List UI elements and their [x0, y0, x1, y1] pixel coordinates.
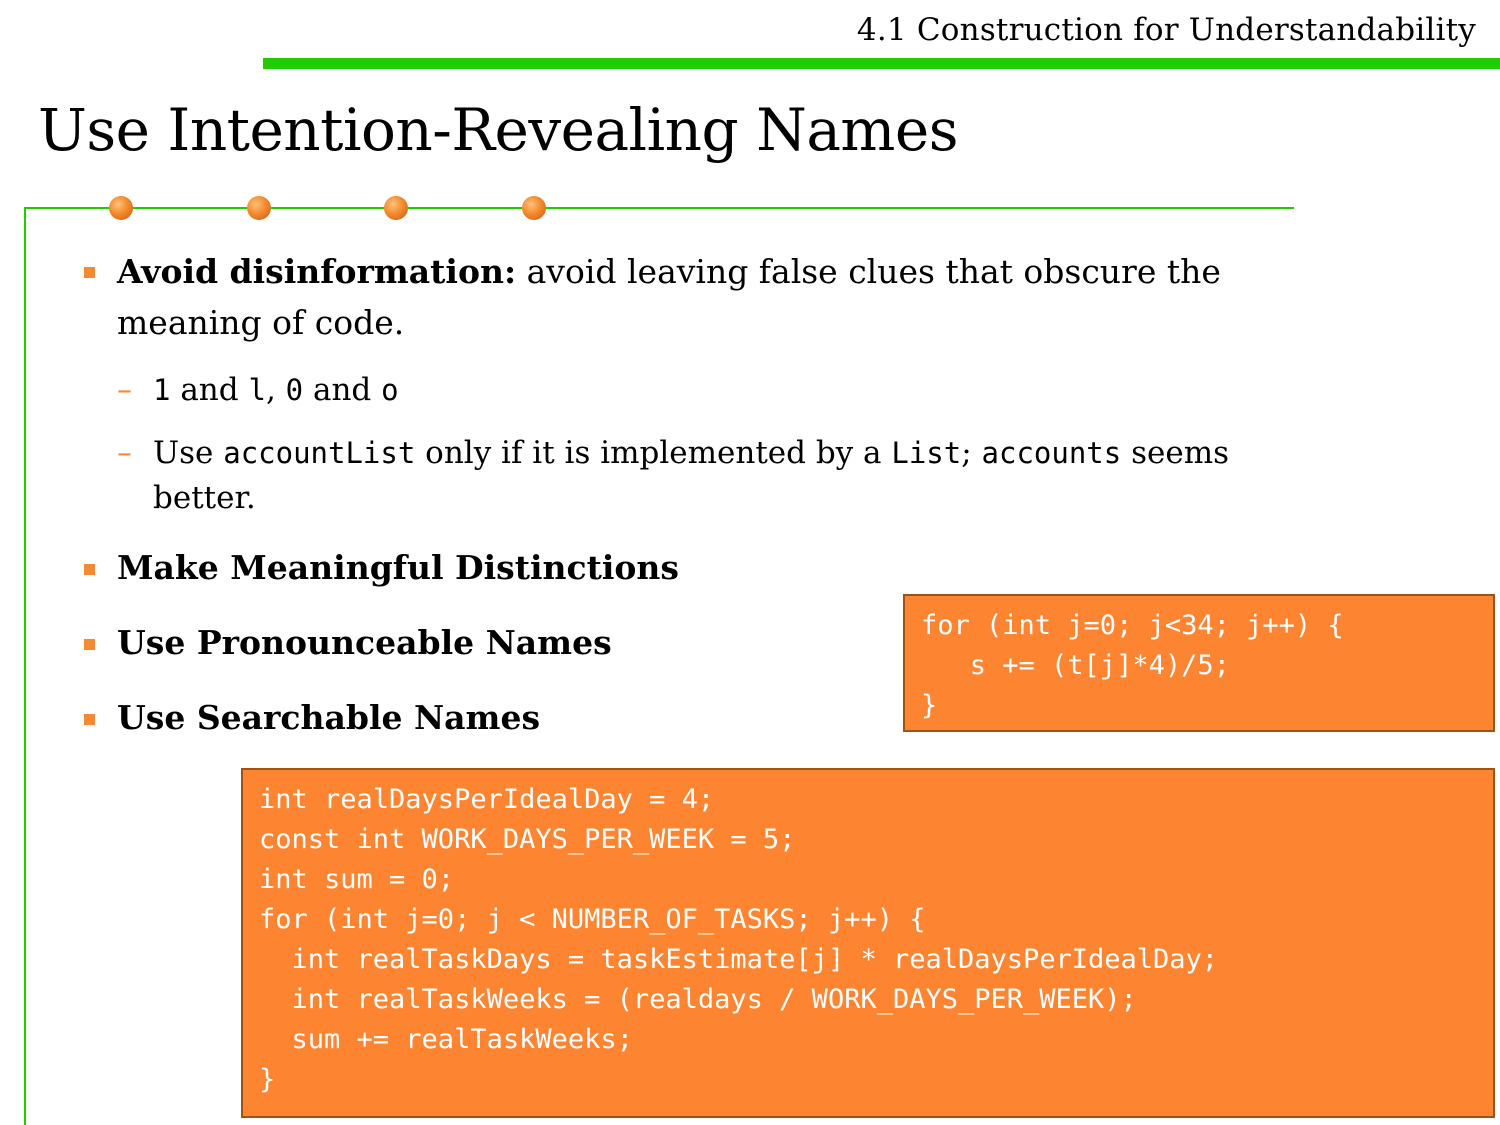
decorative-dot-2	[247, 196, 271, 220]
code-box-searchable: int realDaysPerIdealDay = 4; const int WO…	[241, 768, 1495, 1118]
sub-item-1-text-a: and	[170, 372, 249, 408]
sub-item-2-line-2: better.	[153, 480, 256, 516]
code-line: int realDaysPerIdealDay = 4;	[259, 784, 715, 815]
code-line: int realTaskWeeks = (realdays / WORK_DAY…	[259, 984, 1137, 1015]
code-list: List	[891, 436, 962, 470]
frame-top-rule	[24, 207, 1294, 209]
code-line: int sum = 0;	[259, 864, 455, 895]
code-line: sum += realTaskWeeks;	[259, 1024, 633, 1055]
sub-dash-2: –	[117, 436, 132, 471]
sub-item-2: Use accountList only if it is implemente…	[153, 435, 1229, 471]
decorative-dot-4	[522, 196, 546, 220]
bullet-marker-4	[84, 714, 95, 725]
header-bar	[263, 58, 1500, 69]
decorative-dot-1	[109, 196, 133, 220]
code-lowercase-o: o	[381, 373, 399, 407]
section-header: 4.1 Construction for Understandability	[856, 12, 1476, 48]
decorative-dot-3	[384, 196, 408, 220]
code-zero: 0	[285, 373, 304, 407]
code-accountlist: accountList	[223, 436, 416, 470]
frame-left-rule	[24, 207, 26, 1125]
code-one: 1	[153, 373, 171, 407]
bullet-4: Use Searchable Names	[117, 698, 541, 737]
bullet-2: Make Meaningful Distinctions	[117, 548, 679, 587]
bullet-3: Use Pronounceable Names	[117, 623, 612, 662]
sub-dash-1: –	[117, 373, 132, 408]
sub-item-2-text-a: Use	[153, 435, 224, 471]
code-box-unsearchable: for (int j=0; j<34; j++) { s += (t[j]*4)…	[903, 594, 1495, 732]
code-accounts: accounts	[981, 436, 1122, 470]
code-lowercase-l: l	[248, 373, 266, 407]
code-line: }	[259, 1064, 276, 1095]
code-line: int realTaskDays = taskEstimate[j] * rea…	[259, 944, 1219, 975]
code-line: s += (t[j]*4)/5;	[921, 650, 1230, 681]
sub-item-1-text-b: ,	[265, 372, 286, 408]
bullet-marker-3	[84, 639, 95, 650]
code-line: }	[921, 690, 938, 721]
sub-item-2-text-c: ;	[961, 435, 982, 471]
bullet-marker-2	[84, 564, 95, 575]
sub-item-1-text-c: and	[303, 372, 382, 408]
bullet-1-heading: Avoid disinformation:	[117, 252, 517, 291]
code-line: const int WORK_DAYS_PER_WEEK = 5;	[259, 824, 796, 855]
bullet-1-line-2: meaning of code.	[117, 303, 405, 342]
sub-item-1: 1 and l, 0 and o	[153, 372, 399, 408]
bullet-1-text: avoid leaving false clues that obscure t…	[516, 252, 1221, 291]
code-line: for (int j=0; j < NUMBER_OF_TASKS; j++) …	[259, 904, 926, 935]
bullet-marker-1	[84, 267, 95, 278]
sub-item-2-text-d: seems	[1121, 435, 1229, 471]
bullet-1-line-1: Avoid disinformation: avoid leaving fals…	[117, 252, 1221, 291]
slide-title: Use Intention-Revealing Names	[38, 96, 959, 164]
code-line: for (int j=0; j<34; j++) {	[921, 610, 1344, 641]
sub-item-2-text-b: only if it is implemented by a	[415, 435, 892, 471]
